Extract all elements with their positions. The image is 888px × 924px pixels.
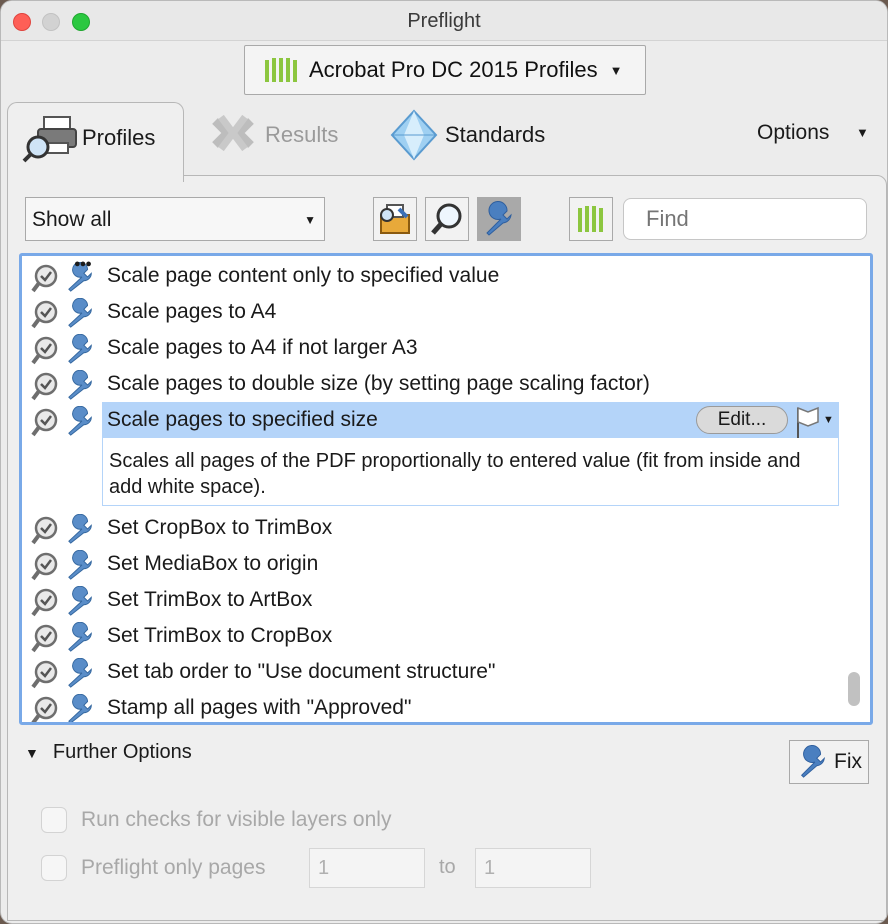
list-item[interactable]: ●●● Scale page content only to specified … [22, 258, 842, 294]
from-page-field[interactable]: 1 [309, 848, 425, 888]
library-button[interactable] [569, 197, 613, 241]
fixups-icon [486, 201, 512, 236]
list-item[interactable]: Set MediaBox to origin [22, 546, 842, 582]
title-bar: Preflight [1, 1, 887, 41]
wrench-icon [64, 513, 98, 549]
to-label: to [439, 856, 456, 878]
library-icon [578, 206, 603, 232]
more-dots-icon: ●●● [74, 258, 92, 270]
check-icon [30, 696, 60, 722]
disclosure-triangle-icon: ▼ [25, 744, 39, 761]
list-item-label: Scale page content only to specified val… [107, 264, 500, 287]
pages-checkbox[interactable] [41, 855, 67, 881]
list-item[interactable]: Scale pages to A4 [22, 294, 842, 330]
show-profiles-button[interactable] [373, 197, 417, 241]
wrench-icon [64, 621, 98, 657]
profiles-icon [380, 204, 410, 234]
fixup-list[interactable]: Scales all pages of the PDF proportional… [19, 253, 873, 725]
wrench-icon [64, 693, 98, 722]
wrench-icon [64, 405, 98, 441]
tab-results[interactable]: Results [207, 113, 338, 157]
standards-diamond-icon [390, 109, 438, 161]
checks-icon [431, 203, 462, 235]
visible-layers-label: Run checks for visible layers only [81, 808, 392, 831]
wrench-icon [64, 297, 98, 333]
tab-standards-label: Standards [445, 122, 546, 147]
list-item-label: Stamp all pages with "Approved" [107, 696, 412, 719]
show-checks-button[interactable] [425, 197, 469, 241]
options-chevron-down-icon[interactable]: ▼ [856, 125, 869, 140]
to-page-field[interactable]: 1 [475, 848, 591, 888]
list-item[interactable]: Set tab order to "Use document structure… [22, 654, 842, 690]
tab-profiles[interactable]: Profiles [7, 102, 184, 182]
show-fixups-button[interactable] [477, 197, 521, 241]
show-filter-value: Show all [32, 208, 112, 231]
tab-results-label: Results [265, 122, 339, 147]
results-cross-icon [212, 114, 254, 152]
preflight-window: Preflight Acrobat Pro DC 2015 Profiles ▼… [0, 0, 888, 924]
wrench-icon [64, 585, 98, 621]
window-title: Preflight [407, 10, 481, 32]
fixup-description: Scales all pages of the PDF proportional… [102, 438, 839, 506]
pages-label: Preflight only pages [81, 856, 266, 879]
profile-library-label: Acrobat Pro DC 2015 Profiles [309, 57, 598, 82]
list-item-label: Scale pages to specified size [107, 408, 378, 431]
list-item[interactable]: Scale pages to double size (by setting p… [22, 366, 842, 402]
find-input[interactable] [623, 198, 867, 240]
list-item[interactable]: Stamp all pages with "Approved" [22, 690, 842, 722]
further-options-disclosure[interactable]: ▼ Further Options [25, 741, 192, 764]
further-options-label: Further Options [52, 741, 192, 763]
check-icon [30, 408, 60, 443]
tab-profiles-label: Profiles [82, 125, 156, 150]
chevron-down-icon: ▼ [304, 213, 316, 227]
tab-standards[interactable]: Standards [389, 109, 545, 161]
list-item-label: Scale pages to A4 if not larger A3 [107, 336, 418, 359]
wrench-icon [64, 333, 98, 369]
list-item-label: Scale pages to A4 [107, 300, 277, 323]
fix-label: Fix [834, 750, 862, 773]
list-item-label: Scale pages to double size (by setting p… [107, 372, 650, 395]
wrench-icon [64, 657, 98, 693]
visible-layers-checkbox[interactable] [41, 807, 67, 833]
library-bars-icon [265, 58, 297, 82]
list-scrollbar[interactable] [848, 672, 860, 706]
list-item[interactable]: Set TrimBox to CropBox [22, 618, 842, 654]
show-filter-dropdown[interactable]: Show all ▼ [25, 197, 325, 241]
profiles-printer-icon [22, 116, 77, 163]
visible-layers-option[interactable]: Run checks for visible layers only [41, 807, 391, 833]
profile-library-dropdown[interactable]: Acrobat Pro DC 2015 Profiles ▼ [244, 45, 646, 95]
options-menu[interactable]: Options [757, 121, 829, 145]
list-item-label: Set TrimBox to CropBox [107, 624, 333, 647]
list-item-label: Set TrimBox to ArtBox [107, 588, 313, 611]
wrench-icon [64, 369, 98, 405]
list-item-label: Set CropBox to TrimBox [107, 516, 333, 539]
pages-option[interactable]: Preflight only pages [41, 855, 265, 881]
fix-button[interactable]: Fix [789, 740, 869, 784]
list-item[interactable]: Scale pages to A4 if not larger A3 [22, 330, 842, 366]
list-item-selected[interactable]: Scale pages to specified size [22, 402, 842, 438]
list-item[interactable]: Set TrimBox to ArtBox [22, 582, 842, 618]
list-item-label: Set tab order to "Use document structure… [107, 660, 496, 683]
list-item-label: Set MediaBox to origin [107, 552, 319, 575]
list-item[interactable]: Set CropBox to TrimBox [22, 510, 842, 546]
wrench-icon [64, 549, 98, 585]
wrench-icon [800, 745, 825, 778]
chevron-down-icon: ▼ [609, 62, 623, 78]
